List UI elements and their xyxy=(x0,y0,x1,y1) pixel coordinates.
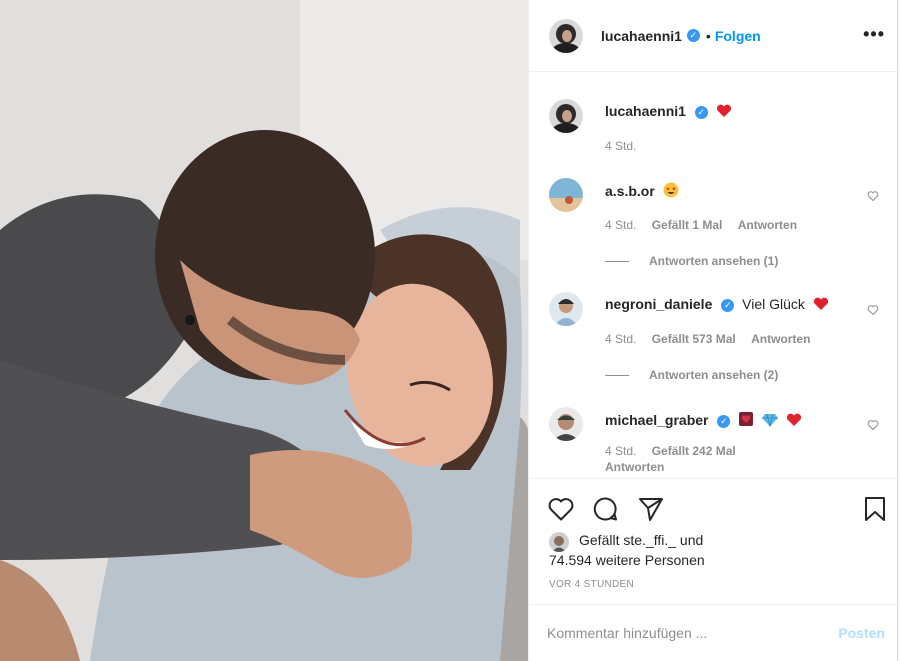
caption-time: 4 Std. xyxy=(605,139,637,153)
likes-line-2[interactable]: 74.594 weitere Personen xyxy=(549,550,705,570)
likes-summary: Gefällt ste._ffi._ und 74.594 weitere Pe… xyxy=(549,530,705,570)
comment-time: 4 Std. xyxy=(605,444,637,458)
action-bar xyxy=(529,478,899,538)
comment-icon[interactable] xyxy=(591,495,619,523)
bookmark-icon[interactable] xyxy=(861,495,889,523)
comments-list[interactable]: lucahaenni1 ✓ 4 Std. a.s.b.or 4 Std. Gef… xyxy=(529,73,899,477)
view-replies-label: Antworten ansehen (2) xyxy=(649,368,779,382)
comment-time: 4 Std. xyxy=(605,218,637,232)
separator-dot: • xyxy=(705,27,711,44)
post-image xyxy=(0,0,528,661)
comment-likes[interactable]: Gefällt 1 Mal xyxy=(652,218,723,232)
view-replies-label: Antworten ansehen (1) xyxy=(649,254,779,268)
verified-icon: ✓ xyxy=(686,29,700,42)
liker-avatar[interactable] xyxy=(549,532,569,552)
star-struck-emoji xyxy=(663,182,679,198)
comment-item: negroni_daniele ✓ Viel Glück 4 Std. Gefä… xyxy=(549,292,889,392)
red-heart-emoji xyxy=(786,413,802,426)
verified-icon: ✓ xyxy=(717,415,731,428)
post-photo[interactable] xyxy=(0,0,528,661)
comment-username[interactable]: michael_graber xyxy=(605,412,709,428)
caption: lucahaenni1 ✓ 4 Std. xyxy=(549,99,889,159)
post-button[interactable]: Posten xyxy=(838,625,885,641)
heart-decoration-emoji xyxy=(739,412,754,426)
heart-icon[interactable] xyxy=(867,190,879,202)
comment-meta: 4 Std. Gefällt 573 Mal Antworten xyxy=(605,332,822,346)
author-username[interactable]: lucahaenni1 xyxy=(601,28,682,44)
comment-line: a.s.b.or xyxy=(605,182,679,199)
post-timestamp[interactable]: Vor 4 Stunden xyxy=(549,579,634,590)
likes-line-1[interactable]: Gefällt ste._ffi._ und xyxy=(579,532,703,548)
red-heart-emoji xyxy=(813,297,828,310)
post-sidebar: lucahaenni1 ✓ • Folgen ••• lucahaenni1 ✓… xyxy=(528,0,899,661)
share-icon[interactable] xyxy=(637,495,665,523)
author-avatar[interactable] xyxy=(549,99,583,133)
caption-meta: 4 Std. xyxy=(605,139,648,153)
caption-username[interactable]: lucahaenni1 xyxy=(605,103,686,119)
comment-text: Viel Glück xyxy=(742,296,805,312)
verified-icon: ✓ xyxy=(694,106,708,119)
reply-button[interactable]: Antworten xyxy=(605,460,664,474)
comment-likes[interactable]: Gefällt 573 Mal xyxy=(652,332,736,346)
view-replies-button[interactable]: Antworten ansehen (2) xyxy=(605,368,778,382)
commenter-avatar[interactable] xyxy=(549,292,583,326)
comment-time: 4 Std. xyxy=(605,332,637,346)
commenter-avatar[interactable] xyxy=(549,178,583,212)
red-heart-emoji xyxy=(716,104,731,117)
gem-emoji xyxy=(762,413,779,427)
comment-item: michael_graber ✓ 4 Std. Gefällt 242 Mal … xyxy=(549,407,889,477)
verified-icon: ✓ xyxy=(721,299,735,312)
follow-button[interactable]: Folgen xyxy=(715,28,761,44)
comment-composer: Posten xyxy=(529,604,899,661)
replies-divider xyxy=(605,374,629,376)
reply-button[interactable]: Antworten xyxy=(738,218,797,232)
replies-divider xyxy=(605,260,629,262)
comment-input[interactable] xyxy=(547,625,839,641)
post-header: lucahaenni1 ✓ • Folgen ••• xyxy=(529,0,899,72)
comment-username[interactable]: a.s.b.or xyxy=(605,183,655,199)
commenter-avatar[interactable] xyxy=(549,407,583,441)
heart-icon[interactable] xyxy=(867,304,879,316)
heart-icon[interactable] xyxy=(547,495,575,523)
caption-line: lucahaenni1 ✓ xyxy=(605,103,732,119)
comment-meta: 4 Std. Gefällt 1 Mal Antworten xyxy=(605,218,809,232)
comment-line: negroni_daniele ✓ Viel Glück xyxy=(605,296,829,312)
comment-line: michael_graber ✓ xyxy=(605,411,802,428)
more-icon[interactable]: ••• xyxy=(863,24,885,45)
view-replies-button[interactable]: Antworten ansehen (1) xyxy=(605,254,778,268)
comment-likes[interactable]: Gefällt 242 Mal xyxy=(652,444,736,458)
reply-button[interactable]: Antworten xyxy=(751,332,810,346)
comment-meta: 4 Std. Gefällt 242 Mal Antworten xyxy=(605,443,765,475)
heart-icon[interactable] xyxy=(867,419,879,431)
author-avatar[interactable] xyxy=(549,18,583,53)
comment-item: a.s.b.or 4 Std. Gefällt 1 Mal Antworten … xyxy=(549,178,889,278)
comment-username[interactable]: negroni_daniele xyxy=(605,296,712,312)
